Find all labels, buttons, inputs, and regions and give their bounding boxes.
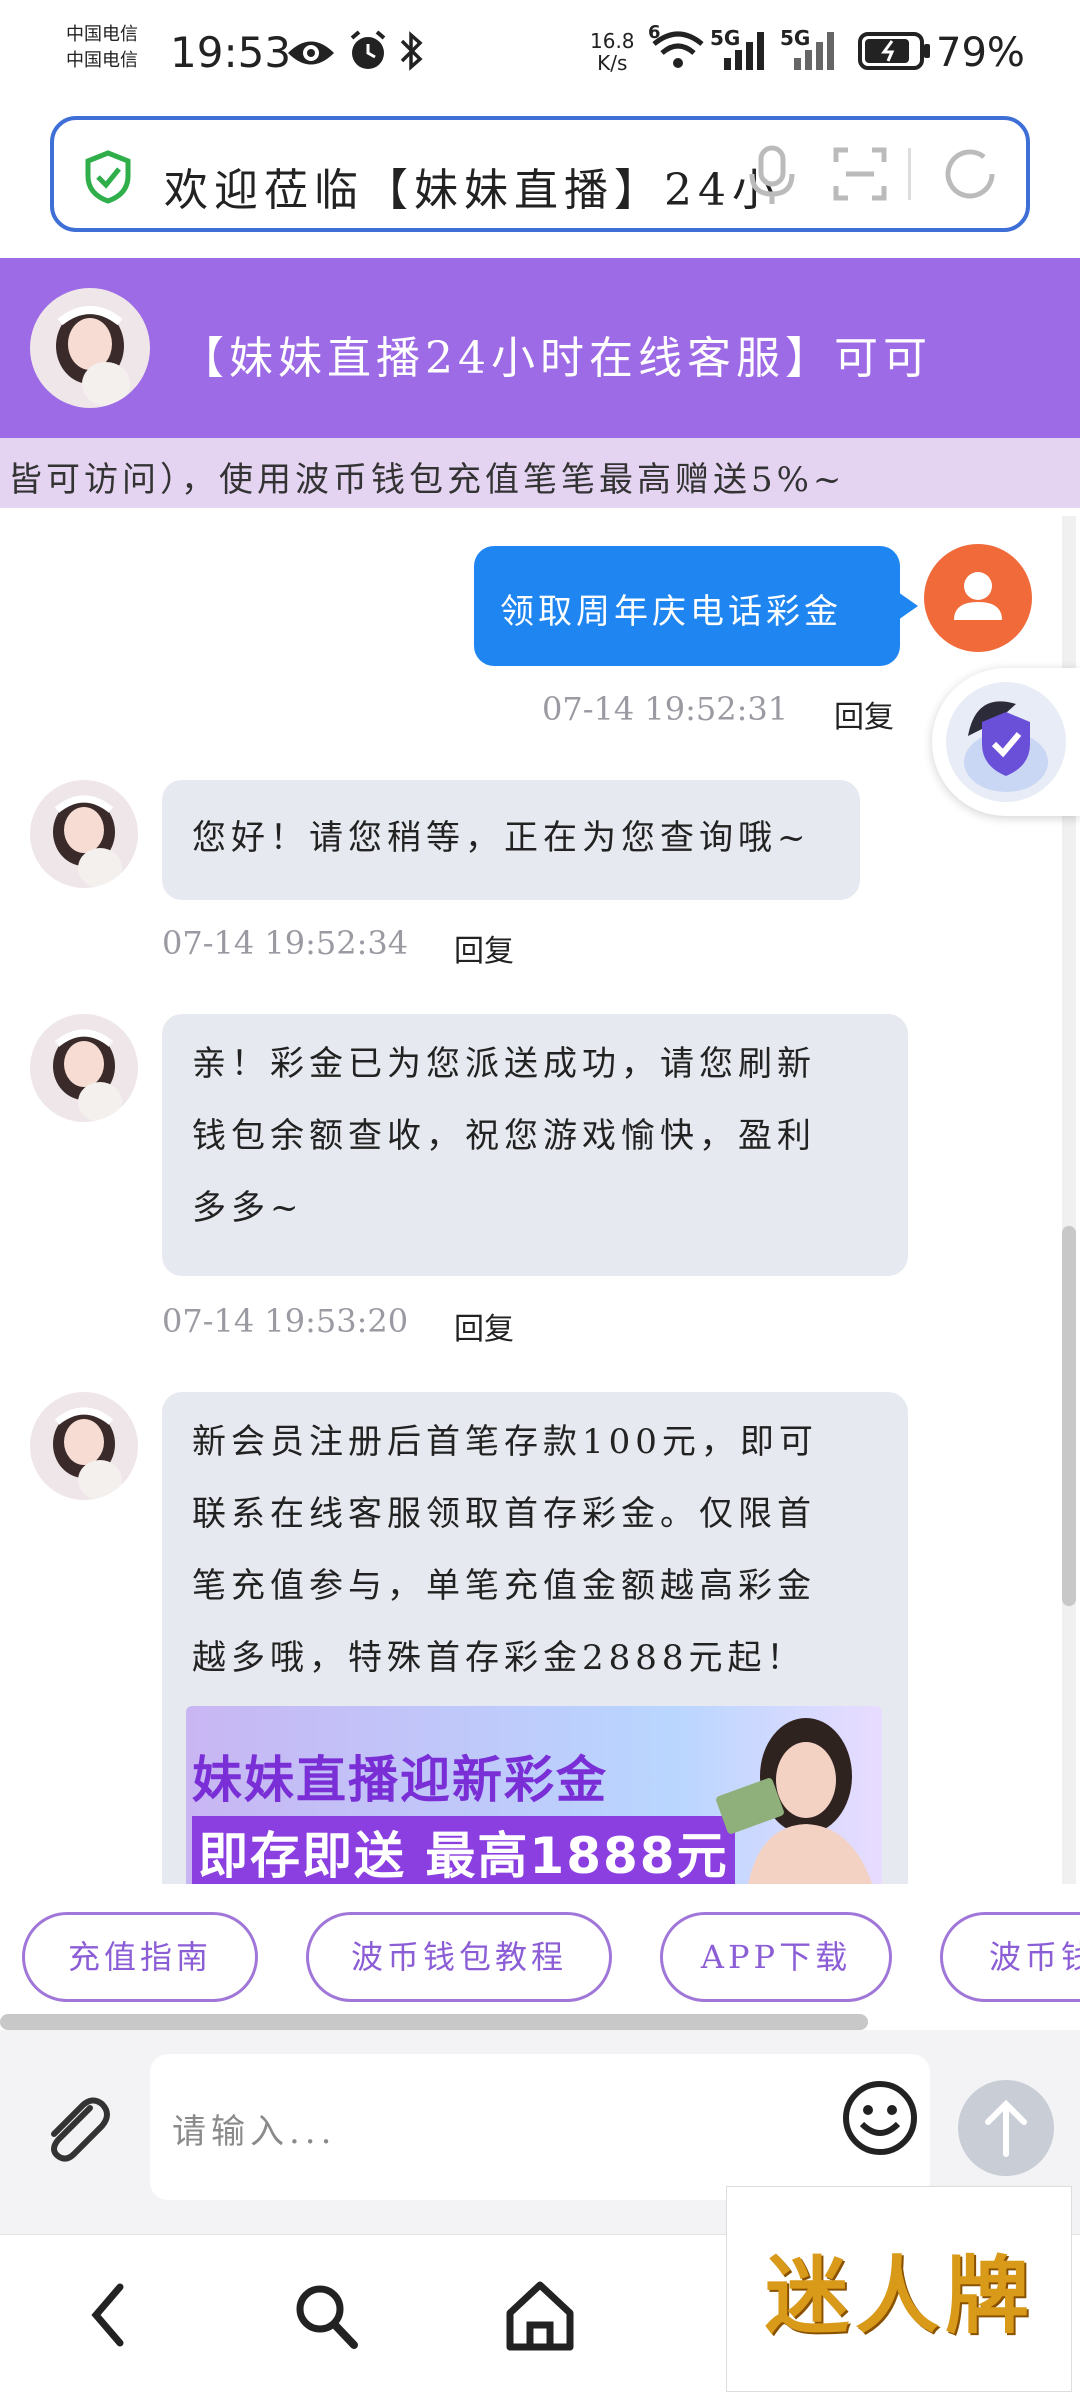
microphone-icon[interactable] (744, 144, 800, 208)
reply-button[interactable]: 回复 (454, 1304, 514, 1348)
incoming-message: 亲！彩金已为您派送成功，请您刷新 钱包余额查收，祝您游戏愉快，盈利 多多~ (162, 1014, 908, 1276)
assistant-icon (946, 682, 1066, 802)
quick-actions-scrollbar[interactable] (0, 2014, 868, 2030)
scan-icon[interactable] (832, 144, 888, 204)
network-speed-value: 16.8 (590, 29, 635, 53)
home-icon[interactable] (502, 2275, 578, 2355)
message-line: 越多哦，特殊首存彩金2888元起！ (192, 1638, 806, 1678)
message-line: 新会员注册后首笔存款100元，即可 (192, 1422, 818, 1462)
chat-header: 【妹妹直播24小时在线客服】可可 (0, 258, 1080, 438)
carrier-label: 中国电信 中国电信 (66, 22, 162, 74)
incoming-message: 您好！请您稍等，正在为您查询哦~ (162, 780, 860, 900)
eye-icon (288, 41, 334, 65)
quick-action-chip[interactable]: 充值指南 (22, 1912, 258, 2002)
announcement-marquee: 皆可访问），使用波币钱包充值笔笔最高赠送5%~ (0, 438, 1080, 508)
user-icon (954, 572, 1002, 620)
watermark-logo: 迷人牌 (726, 2186, 1072, 2392)
model-photo (716, 1718, 873, 1884)
announcement-text: 皆可访问），使用波币钱包充值笔笔最高赠送5%~ (8, 460, 846, 500)
alarm-icon (350, 30, 386, 69)
quick-action-chip[interactable]: APP下载 (660, 1912, 892, 2002)
message-time: 07-14 19:52:31 (542, 690, 789, 728)
address-text[interactable]: 欢迎莅临【妹妹直播】24小 (164, 154, 774, 218)
promo-banner-subtitle: 即存即送 最高1888元 (192, 1816, 735, 1884)
battery-percent: 79% (936, 30, 1025, 76)
divider (908, 148, 911, 200)
message-line: 钱包余额查收，祝您游戏愉快，盈利 (192, 1116, 816, 1156)
address-bar[interactable]: 欢迎莅临【妹妹直播】24小 (50, 116, 1030, 232)
status-bar: 中国电信 中国电信 19:53 16.8 K/s 6 5G 5G 79% (0, 0, 1080, 108)
outgoing-message: 领取周年庆电话彩金 (474, 546, 918, 666)
quick-action-chip[interactable]: 波币钱包教程 (306, 1912, 612, 2002)
message-input[interactable]: 请输入... (150, 2054, 930, 2200)
quick-actions-bar[interactable]: 充值指南 波币钱包教程 APP下载 波币钱 (0, 1884, 1080, 2014)
shield-check-icon (85, 150, 131, 204)
signal-icon (724, 32, 764, 70)
floating-assistant-button[interactable] (932, 668, 1080, 816)
quick-action-chip[interactable]: 波币钱 (940, 1912, 1080, 2002)
promo-banner-title: 妹妹直播迎新彩金 (192, 1751, 608, 1809)
message-line: 亲！彩金已为您派送成功，请您刷新 (192, 1044, 816, 1084)
carrier-1: 中国电信 (66, 24, 138, 45)
message-input-placeholder: 请输入... (172, 2112, 337, 2152)
bluetooth-icon (400, 31, 423, 71)
agent-avatar (30, 1014, 138, 1122)
message-line: 您好！请您稍等，正在为您查询哦~ (192, 818, 811, 858)
watermark-text: 迷人牌 (765, 2246, 1036, 2345)
message-line: 多多~ (192, 1188, 304, 1228)
battery-icon (858, 32, 930, 70)
reply-button[interactable]: 回复 (834, 692, 894, 736)
emoji-icon[interactable] (840, 2078, 920, 2158)
reply-button[interactable]: 回复 (454, 926, 514, 970)
chat-messages[interactable]: 领取周年庆电话彩金 07-14 19:52:31 回复 您好！请您稍等，正在为您… (0, 508, 1080, 1884)
wifi-label: 6 (648, 22, 661, 43)
search-icon[interactable] (288, 2275, 364, 2355)
message-time: 07-14 19:53:20 (162, 1302, 409, 1340)
message-time: 07-14 19:52:34 (162, 924, 409, 962)
agent-avatar (30, 780, 138, 888)
message-line: 联系在线客服领取首存彩金。仅限首 (192, 1494, 816, 1534)
network-speed: 16.8 K/s (590, 30, 635, 74)
promo-banner-image[interactable]: 妹妹直播迎新彩金 即存即送 最高1888元 (186, 1706, 882, 1884)
paperclip-icon[interactable] (36, 2088, 116, 2168)
refresh-icon[interactable] (940, 144, 1000, 204)
signal-icon (794, 32, 834, 70)
carrier-2: 中国电信 (66, 50, 138, 71)
user-avatar (924, 544, 1032, 652)
status-time: 19:53 (170, 28, 292, 77)
chat-title: 【妹妹直播24小时在线客服】可可 (180, 333, 932, 384)
agent-avatar (30, 1392, 138, 1500)
message-line: 笔充值参与，单笔充值金额越高彩金 (192, 1566, 816, 1606)
agent-avatar (30, 288, 150, 408)
back-icon[interactable] (84, 2275, 134, 2355)
chat-scrollbar-thumb[interactable] (1062, 1226, 1076, 1606)
send-arrow-icon (985, 2099, 1027, 2157)
send-button[interactable] (958, 2080, 1054, 2176)
network-speed-unit: K/s (597, 51, 628, 75)
